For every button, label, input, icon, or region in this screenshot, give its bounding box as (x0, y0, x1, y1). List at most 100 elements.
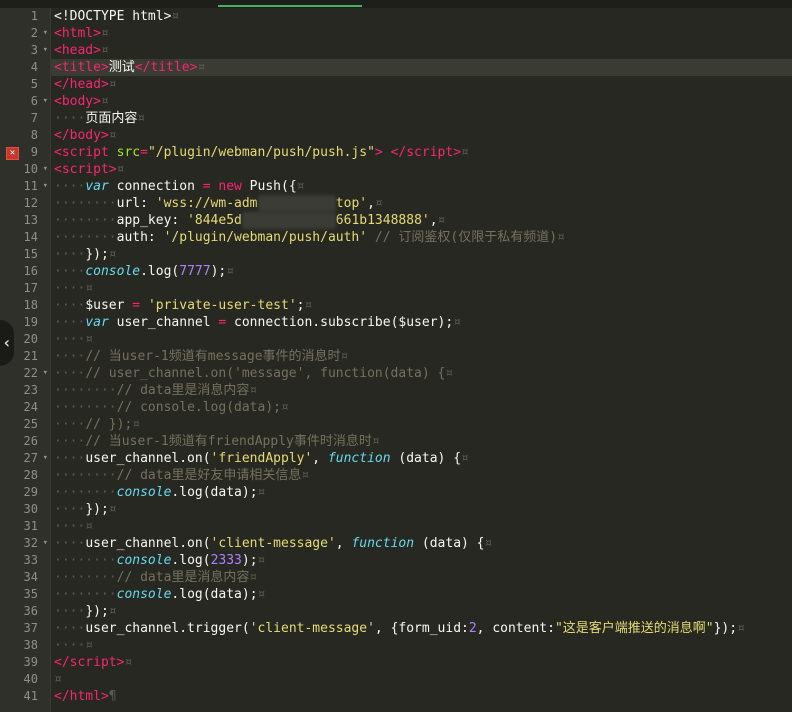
code-line[interactable]: ····¤ (50, 637, 792, 654)
code-token: html (61, 26, 94, 41)
code-line[interactable]: ········app_key: '844e5df0d4c6ab1c7c661b… (50, 212, 792, 229)
gutter-row: 17 (0, 280, 50, 297)
code-token: < (54, 145, 62, 160)
code-token: user_channel.on( (85, 536, 211, 551)
code-line[interactable]: ········console.log(data);¤ (50, 586, 792, 603)
code-line[interactable]: ¤ (50, 671, 792, 688)
code-token: ···· (54, 604, 86, 619)
code-line[interactable]: ········url: 'wss://wm-admin.exampletop'… (50, 195, 792, 212)
fold-arrow-icon[interactable]: ▾ (43, 178, 48, 195)
fold-arrow-icon[interactable]: ▾ (43, 365, 48, 382)
fold-arrow-icon[interactable]: ▾ (43, 161, 48, 178)
line-number: 3 (30, 43, 38, 57)
code-editor[interactable]: <!DOCTYPE html>¤ <html>¤ <head>¤ <title>测试<… (50, 8, 792, 712)
code-line[interactable]: ········// data里是消息内容¤ (50, 382, 792, 399)
code-line[interactable]: ····var user_channel = connection.subscr… (50, 314, 792, 331)
code-token: '/plugin/webman/push/auth' (163, 230, 368, 245)
code-line[interactable]: ····¤ (50, 331, 792, 348)
line-number: 21 (23, 349, 38, 363)
code-token: ¤ (171, 9, 180, 24)
code-token: ···· (54, 417, 86, 432)
error-marker-icon[interactable]: ✕ (6, 147, 19, 160)
code-line[interactable]: ····});¤ (50, 246, 792, 263)
code-line[interactable]: ····var connection = new Push({¤ (50, 178, 792, 195)
code-line[interactable]: <html>¤ (50, 25, 792, 42)
code-token: ¤ (132, 417, 141, 432)
gutter-row: 40 (0, 671, 50, 688)
code-token: var (85, 315, 109, 330)
code-line[interactable]: </head>¤ (50, 76, 792, 93)
code-token: ¤ (137, 111, 146, 126)
fold-arrow-icon[interactable]: ▾ (43, 535, 48, 552)
code-token: ········ (54, 468, 117, 483)
code-token: // console.log(data); (116, 400, 281, 415)
gutter-row: 12 (0, 195, 50, 212)
code-line[interactable]: ····// user_channel.on('message', functi… (50, 365, 792, 382)
fold-arrow-icon[interactable]: ▾ (43, 450, 48, 467)
code-token: , (367, 196, 375, 211)
gutter-row: 10 ▾ (0, 161, 50, 178)
code-line[interactable]: ····console.log(7777);¤ (50, 263, 792, 280)
fold-arrow-icon[interactable]: ▾ (43, 42, 48, 59)
code-token: connection (108, 179, 203, 194)
code-token: ···· (54, 315, 86, 330)
code-line[interactable]: ········console.log(2333);¤ (50, 552, 792, 569)
code-line[interactable]: ····// });¤ (50, 416, 792, 433)
code-line[interactable]: </script>¤ (50, 654, 792, 671)
code-line[interactable]: ········console.log(data);¤ (50, 484, 792, 501)
code-token: // data里是消息内容 (116, 383, 250, 398)
code-token: > (453, 145, 462, 160)
gutter-row: 16 (0, 263, 50, 280)
code-line[interactable]: ····// 当user-1频道有message事件的消息时¤ (50, 348, 792, 365)
active-tab-indicator[interactable] (218, 5, 362, 7)
code-line[interactable]: ····// 当user-1频道有friendApply事件时消息时¤ (50, 433, 792, 450)
code-token: (data) { (390, 451, 462, 466)
gutter-row: 9 ✕ (0, 144, 50, 161)
code-token: html (69, 689, 101, 704)
line-number: 27 (23, 451, 38, 465)
code-token: ···· (54, 621, 86, 636)
code-token: "/plugin/webman/push/push.js" (147, 145, 375, 160)
code-line[interactable]: <head>¤ (50, 42, 792, 59)
code-line[interactable]: ····$user = 'private-user-test';¤ (50, 297, 792, 314)
code-token: connection.subscribe($user); (226, 315, 454, 330)
code-line[interactable]: ····user_channel.trigger('client-message… (50, 620, 792, 637)
code-line[interactable]: ····¤ (50, 280, 792, 297)
code-token: ····¤ (54, 638, 94, 653)
code-token: script (61, 145, 109, 160)
code-token: function (327, 451, 391, 466)
code-line[interactable]: <title>测试</title>¤ (50, 59, 792, 76)
line-number: 41 (23, 689, 38, 703)
code-token: > (93, 26, 101, 41)
gutter-row: 34 (0, 569, 50, 586)
gutter-row: 37 (0, 620, 50, 637)
code-line[interactable]: ····});¤ (50, 603, 792, 620)
code-line[interactable]: ····页面内容¤ (50, 110, 792, 127)
code-line[interactable]: <script>¤ (50, 161, 792, 178)
gutter-row: 26 (0, 433, 50, 450)
code-line[interactable]: ····});¤ (50, 501, 792, 518)
code-line[interactable]: ········// console.log(data);¤ (50, 399, 792, 416)
code-line[interactable]: </html>¶ (50, 688, 792, 705)
code-token: body (69, 128, 101, 143)
code-line[interactable]: <script src="/plugin/webman/push/push.js… (50, 144, 792, 161)
code-token: > (100, 60, 109, 75)
code-line[interactable]: <body>¤ (50, 93, 792, 110)
code-line[interactable]: </body>¤ (50, 127, 792, 144)
code-line[interactable]: ····user_channel.on('client-message', fu… (50, 535, 792, 552)
code-line[interactable]: ········auth: '/plugin/webman/push/auth'… (50, 229, 792, 246)
line-number: 9 (30, 145, 38, 159)
code-token: ¤ (557, 230, 565, 245)
code-line[interactable]: ····¤ (50, 518, 792, 535)
code-line[interactable]: <!DOCTYPE html>¤ (50, 8, 792, 25)
fold-arrow-icon[interactable]: ▾ (43, 25, 48, 42)
fold-arrow-icon[interactable]: ▾ (43, 93, 48, 110)
code-line[interactable]: ········// data里是消息内容¤ (50, 569, 792, 586)
code-line[interactable]: ········// data里是好友申请相关信息¤ (50, 467, 792, 484)
code-token: .log( (171, 553, 211, 568)
chevron-left-icon[interactable]: ‹ (0, 320, 14, 366)
code-token: ········ (54, 230, 117, 245)
code-line[interactable]: ····user_channel.on('friendApply', funct… (50, 450, 792, 467)
